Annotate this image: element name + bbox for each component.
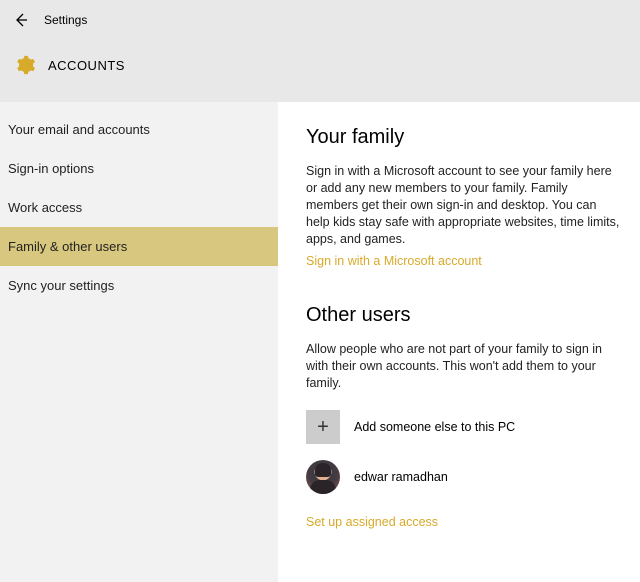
sidebar-item-label: Family & other users [8, 239, 127, 254]
page-title: ACCOUNTS [48, 58, 125, 73]
family-description: Sign in with a Microsoft account to see … [306, 163, 620, 247]
sidebar-item-email-accounts[interactable]: Your email and accounts [0, 110, 278, 149]
header-top: Settings [12, 8, 628, 32]
plus-icon: + [306, 410, 340, 444]
signin-microsoft-link[interactable]: Sign in with a Microsoft account [306, 254, 482, 268]
sidebar: Your email and accounts Sign-in options … [0, 102, 278, 582]
sidebar-item-work-access[interactable]: Work access [0, 188, 278, 227]
sidebar-item-family-other-users[interactable]: Family & other users [0, 227, 278, 266]
family-heading: Your family [306, 126, 620, 149]
sidebar-item-signin-options[interactable]: Sign-in options [0, 149, 278, 188]
user-name: edwar ramadhan [354, 470, 448, 484]
other-users-description: Allow people who are not part of your fa… [306, 341, 620, 392]
sidebar-item-label: Work access [8, 200, 82, 215]
add-user-label: Add someone else to this PC [354, 420, 515, 434]
sidebar-item-label: Sign-in options [8, 161, 94, 176]
assigned-access-link[interactable]: Set up assigned access [306, 515, 438, 529]
other-users-heading: Other users [306, 304, 620, 327]
window-title: Settings [44, 13, 87, 27]
back-button[interactable] [12, 11, 30, 29]
main-content: Your family Sign in with a Microsoft acc… [278, 102, 640, 582]
gear-icon [14, 54, 36, 76]
header-main: ACCOUNTS [12, 32, 628, 76]
sidebar-item-label: Sync your settings [8, 278, 114, 293]
user-row[interactable]: edwar ramadhan [306, 460, 620, 494]
avatar [306, 460, 340, 494]
back-arrow-icon [13, 12, 29, 28]
header-bar: Settings ACCOUNTS [0, 0, 640, 102]
sidebar-item-sync-settings[interactable]: Sync your settings [0, 266, 278, 305]
body: Your email and accounts Sign-in options … [0, 102, 640, 582]
sidebar-item-label: Your email and accounts [8, 122, 150, 137]
add-user-button[interactable]: + Add someone else to this PC [306, 410, 620, 444]
